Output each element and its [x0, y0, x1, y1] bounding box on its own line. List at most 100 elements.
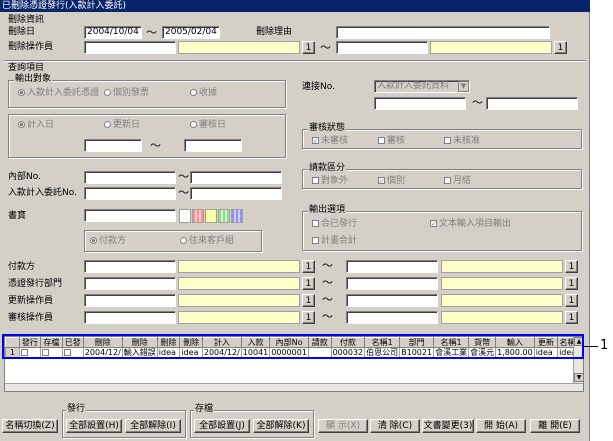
- scroll-down-arrow-icon[interactable]: ▼: [574, 373, 583, 382]
- delete-operator-label: 刪除操作員: [8, 42, 54, 52]
- delete-date-to-input[interactable]: 2005/02/04: [162, 26, 220, 39]
- issue-clear-all-button[interactable]: 全部解除(I): [125, 419, 181, 433]
- issuing-dept-to-lookup-button[interactable]: 1: [565, 277, 578, 290]
- payer-to-lookup-button[interactable]: 1: [565, 260, 578, 273]
- radio-icon: [190, 89, 197, 96]
- doc-label: 書寶: [8, 211, 27, 221]
- delete-reason-input[interactable]: [336, 26, 550, 39]
- output-target-option-2[interactable]: 收據: [190, 88, 217, 99]
- update-op-to-code[interactable]: [346, 294, 438, 307]
- delete-operator-to-lookup-button[interactable]: 1: [554, 41, 567, 54]
- callout-line: [584, 346, 598, 347]
- output-options-option-1[interactable]: ✓ 文本輸入項目輸出: [430, 219, 511, 230]
- delete-reason-label: 刪除理由: [256, 27, 293, 37]
- checkbox-icon: [444, 137, 451, 144]
- color-swatch-red[interactable]: [192, 209, 204, 223]
- output-target-option-0[interactable]: 入款計入委託憑證: [18, 88, 99, 99]
- payer-from-lookup-button[interactable]: 1: [302, 260, 315, 273]
- color-swatch-green[interactable]: [218, 209, 230, 223]
- tilde: ～: [178, 186, 189, 199]
- output-options-label: 輸出選項: [308, 205, 347, 215]
- tilde: ～: [178, 170, 189, 183]
- chevron-down-icon[interactable]: ▼: [458, 81, 469, 92]
- display-button[interactable]: 顯 示(X): [318, 419, 368, 433]
- delete-date-from-input[interactable]: 2004/10/04: [84, 26, 142, 39]
- audit-op-to-lookup-button[interactable]: 1: [565, 311, 578, 324]
- audit-op-label: 審核操作員: [8, 313, 54, 323]
- update-op-from-lookup-button[interactable]: 1: [302, 294, 315, 307]
- delete-info-label: 刪除資訊: [8, 15, 45, 25]
- link-no-from-input[interactable]: [374, 97, 466, 110]
- grid-highlight-frame: [2, 334, 584, 359]
- audit-op-to-code[interactable]: [346, 311, 438, 324]
- date-type-option-0[interactable]: 計入日: [18, 120, 54, 131]
- output-target-option-1[interactable]: 個別發票: [104, 88, 149, 99]
- exit-button[interactable]: 離 開(E): [530, 419, 580, 433]
- update-op-to-name: [441, 294, 563, 307]
- tilde: ～: [322, 276, 333, 289]
- issuing-dept-from-code[interactable]: [84, 277, 176, 290]
- issuing-dept-from-lookup-button[interactable]: 1: [302, 277, 315, 290]
- grid-horizontal-scrollbar[interactable]: [5, 383, 583, 391]
- issue-select-all-button[interactable]: 全部設置(H): [66, 419, 122, 433]
- start-button[interactable]: 開 始(A): [476, 419, 526, 433]
- audit-op-from-lookup-button[interactable]: 1: [302, 311, 315, 324]
- entry-no-to-input[interactable]: [190, 187, 282, 200]
- request-type-option-0[interactable]: 對象外: [312, 176, 348, 187]
- save-group-label: 存檔: [194, 404, 215, 414]
- radio-icon: [18, 89, 25, 96]
- delete-operator-from-code[interactable]: [84, 41, 176, 54]
- doc-input[interactable]: [84, 209, 176, 222]
- checkbox-icon: [378, 137, 385, 144]
- update-op-from-code[interactable]: [84, 294, 176, 307]
- tilde: ～: [472, 96, 483, 109]
- output-target-label: 輸出對象: [14, 74, 53, 84]
- delete-operator-from-lookup-button[interactable]: 1: [302, 41, 315, 54]
- color-swatch-yellow[interactable]: [205, 209, 217, 223]
- issuing-dept-to-code[interactable]: [346, 277, 438, 290]
- update-op-to-lookup-button[interactable]: 1: [565, 294, 578, 307]
- audit-status-option-1[interactable]: 審核: [378, 136, 405, 147]
- output-options-option-0[interactable]: 合已發行: [312, 219, 357, 230]
- payer-to-code[interactable]: [346, 260, 438, 273]
- tilde: ～: [322, 293, 333, 306]
- internal-no-to-input[interactable]: [190, 171, 282, 184]
- save-clear-all-button[interactable]: 全部解除(K): [253, 419, 309, 433]
- request-type-label: 請款區分: [308, 163, 347, 173]
- delete-operator-to-code[interactable]: [336, 41, 428, 54]
- internal-no-from-input[interactable]: [84, 171, 176, 184]
- request-type-option-2[interactable]: 月結: [444, 176, 471, 187]
- date-type-option-1[interactable]: 更新日: [104, 120, 140, 131]
- link-no-label: 連接No.: [302, 82, 335, 92]
- audit-status-label: 審核狀態: [308, 123, 347, 133]
- delete-operator-from-name: [178, 41, 300, 54]
- color-swatch-blue[interactable]: [231, 209, 243, 223]
- date-to-input[interactable]: [184, 139, 242, 152]
- update-op-label: 更新操作員: [8, 296, 54, 306]
- payer-to-name: [441, 260, 563, 273]
- audit-status-option-2[interactable]: 未核准: [444, 136, 480, 147]
- window-title: 已刪除憑證發行(入款計入委託): [0, 0, 590, 12]
- doc-change-button[interactable]: 文書變更(3): [422, 419, 474, 433]
- date-type-option-2[interactable]: 審核日: [190, 120, 226, 131]
- link-no-to-input[interactable]: [486, 97, 578, 110]
- output-options-option-2[interactable]: 計畫合計: [312, 236, 357, 247]
- audit-status-option-0[interactable]: ✓ 未審核: [312, 136, 348, 147]
- date-from-input[interactable]: [84, 139, 142, 152]
- color-swatch-white[interactable]: [179, 209, 191, 223]
- divider: [4, 60, 586, 62]
- radio-icon: [104, 89, 111, 96]
- tilde: ～: [322, 259, 333, 272]
- entry-no-from-input[interactable]: [84, 187, 176, 200]
- clear-button[interactable]: 清 除(C): [370, 419, 420, 433]
- payer-type-option-0[interactable]: 付款方: [90, 236, 126, 247]
- payer-from-code[interactable]: [84, 260, 176, 273]
- link-no-select[interactable]: 入款計入委託資料: [374, 80, 470, 93]
- issuing-dept-from-name: [178, 277, 300, 290]
- save-select-all-button[interactable]: 全部設置(J): [194, 419, 250, 433]
- issue-group-label: 發行: [66, 404, 87, 414]
- request-type-option-1[interactable]: ✓ 個別: [378, 176, 405, 187]
- audit-op-from-code[interactable]: [84, 311, 176, 324]
- payer-type-option-1[interactable]: 往來客戶組: [180, 236, 234, 247]
- rename-toggle-button[interactable]: 名稱切換(Z): [2, 419, 58, 433]
